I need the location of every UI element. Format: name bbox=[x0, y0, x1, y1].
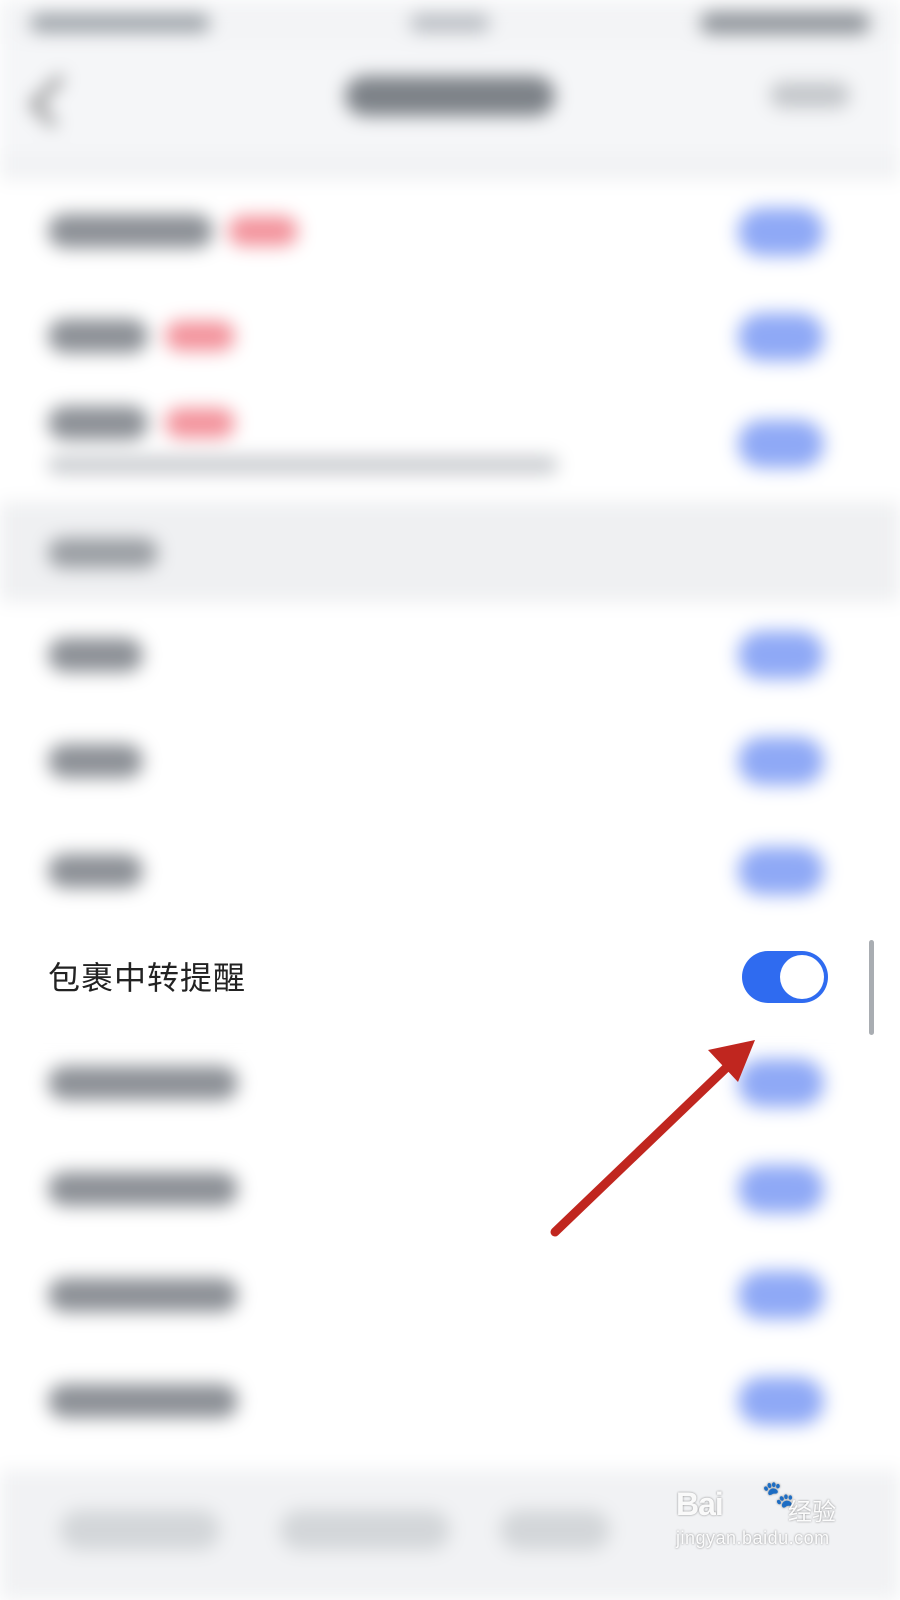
row-label bbox=[48, 214, 213, 248]
toggle-blurred[interactable] bbox=[738, 631, 824, 679]
back-icon[interactable] bbox=[29, 74, 83, 128]
setting-row-blurred[interactable] bbox=[0, 1348, 900, 1470]
section-title bbox=[48, 538, 158, 568]
row-description bbox=[48, 456, 558, 474]
setting-row-blurred[interactable] bbox=[0, 1136, 900, 1242]
setting-row-blurred[interactable] bbox=[0, 602, 900, 708]
nav-bar bbox=[0, 44, 900, 154]
status-bar-right bbox=[700, 12, 870, 34]
package-transit-toggle[interactable] bbox=[742, 951, 828, 1003]
row-label bbox=[48, 1278, 238, 1312]
toggle-blurred[interactable] bbox=[738, 1059, 824, 1107]
toggle-blurred[interactable] bbox=[738, 737, 824, 785]
row-label bbox=[48, 744, 143, 778]
setting-row-blurred[interactable] bbox=[0, 708, 900, 814]
status-bar-left bbox=[30, 14, 210, 32]
new-badge bbox=[165, 321, 235, 351]
row-label bbox=[48, 406, 148, 440]
toggle-blurred[interactable] bbox=[738, 208, 824, 256]
watermark-brand: Bai bbox=[676, 1486, 724, 1522]
blurred-background bbox=[0, 0, 900, 1600]
scrollbar[interactable] bbox=[869, 940, 874, 1035]
section-header bbox=[0, 502, 900, 602]
setting-row-package-transit[interactable]: 包裹中转提醒 bbox=[0, 940, 880, 1018]
footer-link[interactable] bbox=[280, 1510, 450, 1550]
row-label bbox=[48, 1172, 238, 1206]
toggle-blurred[interactable] bbox=[738, 313, 824, 361]
toggle-blurred[interactable] bbox=[738, 1271, 824, 1319]
watermark-brand-suffix: 经验 bbox=[788, 1498, 836, 1526]
toggle-blurred[interactable] bbox=[738, 1377, 824, 1425]
nav-action[interactable] bbox=[770, 82, 850, 108]
setting-row-blurred[interactable] bbox=[0, 1242, 900, 1348]
toggle-blurred[interactable] bbox=[738, 847, 824, 895]
toggle-blurred[interactable] bbox=[738, 420, 824, 468]
status-bar-time bbox=[410, 14, 490, 32]
setting-label: 包裹中转提醒 bbox=[48, 959, 247, 997]
watermark-url: jingyan.baidu.com bbox=[676, 1528, 830, 1548]
footer-link[interactable] bbox=[60, 1510, 220, 1550]
setting-row-blurred[interactable] bbox=[0, 1030, 900, 1136]
row-label bbox=[48, 1066, 238, 1100]
setting-row-blurred[interactable] bbox=[0, 390, 900, 502]
toggle-blurred[interactable] bbox=[738, 1165, 824, 1213]
page-title bbox=[345, 76, 555, 116]
new-badge bbox=[165, 408, 235, 438]
screen: 包裹中转提醒 Bai 🐾 经验 jingyan.baidu.com bbox=[0, 0, 900, 1600]
row-label bbox=[48, 638, 143, 672]
status-bar bbox=[0, 0, 900, 44]
divider bbox=[0, 154, 900, 180]
setting-row-blurred[interactable] bbox=[0, 285, 900, 390]
setting-row-blurred[interactable] bbox=[0, 814, 900, 940]
row-label bbox=[48, 854, 143, 888]
row-label bbox=[48, 1384, 238, 1418]
row-label bbox=[48, 319, 148, 353]
setting-row-blurred[interactable] bbox=[0, 180, 900, 285]
baidu-watermark: Bai 🐾 经验 jingyan.baidu.com bbox=[676, 1480, 876, 1580]
footer-link[interactable] bbox=[500, 1510, 610, 1550]
toggle-thumb[interactable] bbox=[780, 955, 824, 999]
new-badge bbox=[228, 216, 298, 246]
